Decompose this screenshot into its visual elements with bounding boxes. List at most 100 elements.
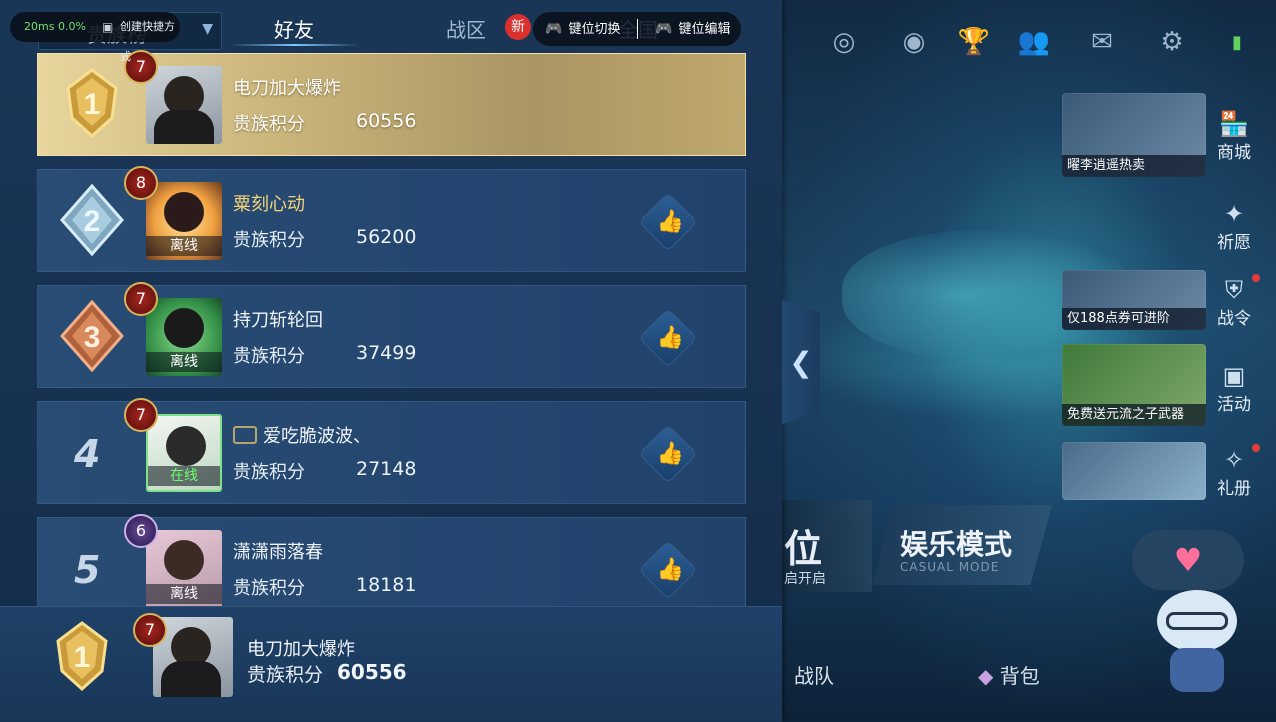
- rank-3-bronze-badge: 3: [59, 300, 125, 372]
- avatar[interactable]: 在线: [146, 414, 222, 492]
- player-name: 爱吃脆波波、: [233, 422, 371, 448]
- shop-banner[interactable]: 曜李逍遥热卖: [1062, 93, 1206, 177]
- casual-mode-sub: CASUAL MODE: [900, 560, 1000, 574]
- book-banner[interactable]: [1062, 442, 1206, 500]
- ranking-row[interactable]: 2 离线 8 粟刻心动 贵族积分 56200 👍: [37, 166, 746, 272]
- book-label: 礼册: [1217, 479, 1251, 499]
- network-status-pill: 20ms 0.0% ▣ 创建快捷方式: [10, 12, 180, 63]
- ranked-mode-title: 位: [784, 527, 823, 571]
- like-button[interactable]: 👍: [639, 309, 697, 367]
- avatar[interactable]: 离线: [146, 530, 222, 606]
- my-score-label: 贵族积分: [247, 664, 324, 686]
- pass-red-dot: [1252, 274, 1260, 282]
- my-ranking-row: 1 7 电刀加大爆炸 贵族积分 60556: [0, 606, 782, 722]
- guild-icon: [233, 426, 257, 444]
- score-value: 37499: [356, 342, 417, 364]
- heart-button[interactable]: ♥: [1132, 530, 1244, 590]
- mascot-body: [1170, 648, 1224, 692]
- key-switch-button[interactable]: 🎮 键位切换: [545, 12, 620, 47]
- shop-button[interactable]: 🏪 商城: [1212, 110, 1256, 163]
- avatar[interactable]: 离线: [146, 298, 222, 376]
- gamepad-icon: 🎮: [545, 21, 563, 37]
- avatar-head: [166, 426, 206, 466]
- score-label: 贵族积分: [233, 462, 305, 483]
- ranked-mode-sub: 启开启: [784, 571, 826, 587]
- score-label: 贵族积分: [233, 114, 305, 135]
- avatar-head: [164, 540, 204, 580]
- ranking-row[interactable]: 3 离线 7 持刀斩轮回 贵族积分 37499 👍: [37, 282, 746, 388]
- shortcut-icon: ▣: [102, 20, 114, 34]
- ranking-list[interactable]: 1 7 电刀加大爆炸 贵族积分 60556 2 离线 8 粟刻心动 贵族积分 5…: [0, 0, 782, 606]
- like-button[interactable]: 👍: [639, 193, 697, 251]
- my-name: 电刀加大爆炸: [247, 639, 355, 660]
- like-button[interactable]: 👍: [639, 425, 697, 483]
- book-button[interactable]: ✧ 礼册: [1212, 446, 1256, 499]
- player-name-text: 爱吃脆波波、: [263, 426, 371, 447]
- rank-number: 1: [74, 641, 91, 674]
- event-banner[interactable]: 免费送元流之子武器: [1062, 344, 1206, 426]
- mascot-glasses: [1166, 612, 1228, 630]
- gamepad-icon: 🎮: [655, 21, 673, 37]
- target-icon[interactable]: ◎: [826, 24, 862, 60]
- avatar-body: [161, 661, 221, 697]
- collapse-panel-button[interactable]: ❮: [782, 300, 820, 424]
- trophy-icon[interactable]: 🏆: [956, 24, 992, 60]
- ranked-mode-button[interactable]: 位 启开启: [782, 500, 872, 592]
- rank-number: 4: [74, 432, 101, 476]
- thumbs-up-icon: 👍: [656, 441, 684, 467]
- status-label: 离线: [146, 584, 222, 604]
- like-button[interactable]: 👍: [639, 541, 697, 599]
- avatar[interactable]: [146, 66, 222, 144]
- status-label: 在线: [148, 466, 220, 486]
- eye-icon[interactable]: ◉: [896, 24, 932, 60]
- player-name: 粟刻心动: [233, 194, 305, 215]
- rank-number: 5: [74, 548, 101, 592]
- bag-button[interactable]: ◆ 背包: [978, 660, 1040, 689]
- pass-icon: ⛨: [1225, 276, 1243, 304]
- score-value: 18181: [356, 574, 417, 596]
- team-button[interactable]: 战队: [794, 660, 834, 689]
- event-label: 活动: [1217, 395, 1251, 415]
- mail-icon[interactable]: ✉: [1084, 24, 1120, 60]
- book-icon: ✧: [1223, 446, 1245, 474]
- player-name: 潇潇雨落春: [233, 542, 323, 563]
- create-shortcut-button[interactable]: 创建快捷方式: [120, 12, 180, 72]
- wish-label: 祈愿: [1217, 233, 1251, 253]
- shop-icon: 🏪: [1219, 110, 1249, 138]
- status-label: 离线: [146, 236, 222, 256]
- wish-icon: ✦: [1223, 200, 1245, 228]
- noble-level-badge: 8: [124, 166, 158, 200]
- casual-mode-button[interactable]: 娱乐模式 CASUAL MODE: [872, 505, 1052, 585]
- heart-icon: ♥: [1173, 541, 1203, 579]
- bag-icon: ◆: [978, 664, 994, 688]
- ranking-row[interactable]: 4 在线 7 爱吃脆波波、 贵族积分 27148 👍: [37, 398, 746, 504]
- toolbar-divider: [637, 19, 638, 39]
- event-caption: 免费送元流之子武器: [1062, 404, 1206, 426]
- my-score-value: 60556: [337, 660, 407, 684]
- pass-button[interactable]: ⛨ 战令: [1212, 276, 1256, 329]
- wish-button[interactable]: ✦ 祈愿: [1212, 200, 1256, 253]
- keymap-toolbar: 🎮 键位切换 🎮 键位编辑: [533, 12, 741, 46]
- bag-label: 背包: [999, 664, 1040, 688]
- pass-banner[interactable]: 仅188点券可进阶: [1062, 270, 1206, 330]
- rank-2-silver-badge: 2: [59, 184, 125, 256]
- rank-number: 3: [84, 321, 101, 354]
- key-edit-button[interactable]: 🎮 键位编辑: [655, 12, 730, 47]
- player-name: 电刀加大爆炸: [233, 78, 341, 99]
- pass-caption: 仅188点券可进阶: [1062, 308, 1206, 330]
- gear-icon[interactable]: ⚙: [1154, 24, 1190, 60]
- ranking-row[interactable]: 5 离线 6 潇潇雨落春 贵族积分 18181 👍: [37, 514, 746, 606]
- event-icon: ▣: [1222, 362, 1246, 390]
- rank-number: 2: [84, 205, 101, 238]
- player-name: 持刀斩轮回: [233, 310, 323, 331]
- event-button[interactable]: ▣ 活动: [1212, 362, 1256, 415]
- avatar[interactable]: 离线: [146, 182, 222, 260]
- mascot[interactable]: [1152, 590, 1242, 700]
- rank-number: 1: [84, 88, 101, 121]
- noble-level-badge: 7: [133, 613, 167, 647]
- pass-label: 战令: [1217, 309, 1251, 329]
- casual-mode-title: 娱乐模式: [900, 528, 1013, 561]
- rank-1-gold-badge: 1: [66, 68, 118, 139]
- score-value: 56200: [356, 226, 417, 248]
- friends-icon[interactable]: 👥: [1016, 24, 1052, 60]
